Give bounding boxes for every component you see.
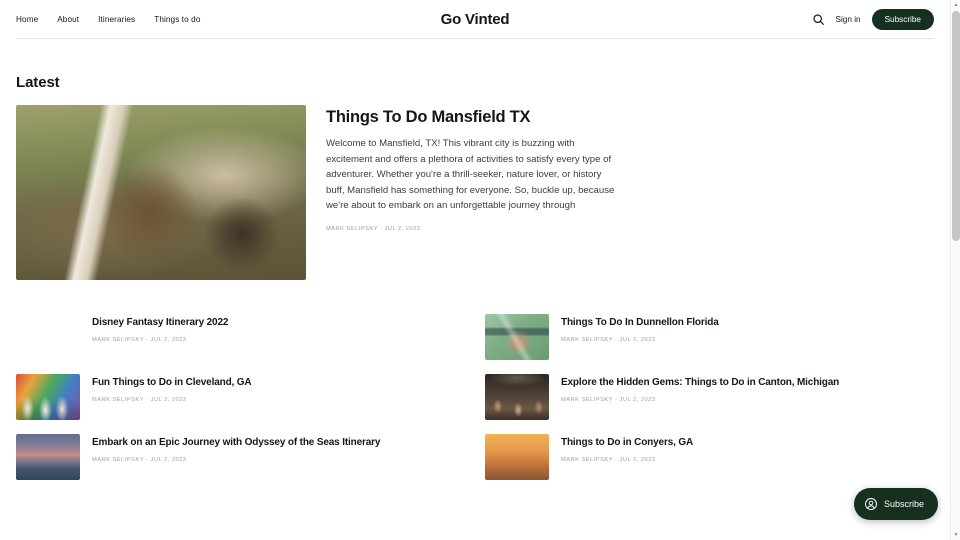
post-grid: Disney Fantasy Itinerary 2022 MARK SELIP… <box>16 314 934 480</box>
post-card-things-to-do-in-dunnellon-florida[interactable]: Things To Do In Dunnellon Florida MARK S… <box>485 314 934 360</box>
primary-nav: Home About Itineraries Things to do <box>16 15 200 24</box>
disney-castle-night-photo <box>16 314 80 360</box>
byline-separator: · <box>146 456 149 463</box>
vertical-scrollbar[interactable]: ▲ ▼ <box>950 0 960 540</box>
hand-holding-camera-photo <box>485 314 549 360</box>
author-name[interactable]: MARK SELIPSKY <box>561 337 613 343</box>
post-card-title[interactable]: Things To Do In Dunnellon Florida <box>561 317 719 330</box>
featured-post-excerpt: Welcome to Mansfield, TX! This vibrant c… <box>326 138 615 212</box>
portal-subscribe-label: Subscribe <box>883 499 924 509</box>
post-card-image[interactable] <box>16 374 80 420</box>
author-name[interactable]: MARK SELIPSKY <box>561 457 613 463</box>
post-card-body: Things To Do In Dunnellon Florida MARK S… <box>561 314 719 343</box>
featured-post-byline: MARK SELIPSKY · JUL 2, 2023 <box>326 226 934 232</box>
author-name[interactable]: MARK SELIPSKY <box>92 457 144 463</box>
publish-date: JUL 2, 2023 <box>384 225 421 232</box>
header-divider <box>16 38 934 39</box>
byline-separator: · <box>380 225 383 232</box>
author-name[interactable]: MARK SELIPSKY <box>92 337 144 343</box>
site-title-link[interactable]: Go Vinted <box>441 11 510 28</box>
scroll-down-arrow-icon[interactable]: ▼ <box>951 530 960 540</box>
post-card-disney-fantasy-itinerary-2022[interactable]: Disney Fantasy Itinerary 2022 MARK SELIP… <box>16 314 465 360</box>
sunset-ocean-photo <box>16 434 80 480</box>
site-header: Home About Itineraries Things to do Go V… <box>0 0 950 38</box>
portal-subscribe-button[interactable]: Subscribe <box>853 488 938 520</box>
featured-post-body: Things To Do Mansfield TX Welcome to Man… <box>326 105 934 232</box>
browser-viewport: Home About Itineraries Things to do Go V… <box>0 0 960 540</box>
nav-itineraries[interactable]: Itineraries <box>98 15 135 24</box>
post-card-embark-on-an-epic-journey-odyssey-of-the-seas[interactable]: Embark on an Epic Journey with Odyssey o… <box>16 434 465 480</box>
post-card-body: Explore the Hidden Gems: Things to Do in… <box>561 374 839 403</box>
page-title: Latest <box>16 74 60 91</box>
post-card-image[interactable] <box>16 434 80 480</box>
author-name[interactable]: MARK SELIPSKY <box>326 226 378 232</box>
subscribe-button[interactable]: Subscribe <box>871 8 934 30</box>
byline-separator: · <box>615 456 618 463</box>
featured-post-title[interactable]: Things To Do Mansfield TX <box>326 107 934 127</box>
post-card-image[interactable] <box>485 374 549 420</box>
featured-post-image[interactable] <box>16 105 306 280</box>
search-icon[interactable] <box>812 13 825 26</box>
post-card-body: Fun Things to Do in Cleveland, GA MARK S… <box>92 374 252 403</box>
publish-date: JUL 2, 2023 <box>150 336 187 343</box>
post-card-title[interactable]: Fun Things to Do in Cleveland, GA <box>92 377 252 390</box>
publish-date: JUL 2, 2023 <box>619 456 656 463</box>
post-card-image[interactable] <box>485 434 549 480</box>
post-card-byline: MARK SELIPSKY · JUL 2, 2023 <box>92 337 228 343</box>
post-card-byline: MARK SELIPSKY · JUL 2, 2023 <box>561 457 693 463</box>
byline-separator: · <box>146 336 149 343</box>
post-card-byline: MARK SELIPSKY · JUL 2, 2023 <box>92 397 252 403</box>
concert-crowd-photo <box>485 374 549 420</box>
nav-things-to-do[interactable]: Things to do <box>154 15 200 24</box>
nav-home[interactable]: Home <box>16 15 38 24</box>
publish-date: JUL 2, 2023 <box>150 396 187 403</box>
publish-date: JUL 2, 2023 <box>619 336 656 343</box>
nav-about[interactable]: About <box>57 15 79 24</box>
post-card-title[interactable]: Things to Do in Conyers, GA <box>561 437 693 450</box>
post-card-fun-things-to-do-in-cleveland-ga[interactable]: Fun Things to Do in Cleveland, GA MARK S… <box>16 374 465 420</box>
post-card-byline: MARK SELIPSKY · JUL 2, 2023 <box>561 397 839 403</box>
portal-circle-icon <box>865 498 877 510</box>
publish-date: JUL 2, 2023 <box>619 396 656 403</box>
header-actions: Sign in Subscribe <box>812 8 934 30</box>
publish-date: JUL 2, 2023 <box>150 456 187 463</box>
byline-separator: · <box>146 396 149 403</box>
featured-post[interactable]: Things To Do Mansfield TX Welcome to Man… <box>16 105 934 280</box>
post-card-explore-the-hidden-gems-canton-michigan[interactable]: Explore the Hidden Gems: Things to Do in… <box>485 374 934 420</box>
byline-separator: · <box>615 336 618 343</box>
post-card-body: Disney Fantasy Itinerary 2022 MARK SELIP… <box>92 314 228 343</box>
post-card-title[interactable]: Explore the Hidden Gems: Things to Do in… <box>561 377 839 390</box>
longhorn-cow-photo <box>16 105 306 280</box>
post-card-title[interactable]: Disney Fantasy Itinerary 2022 <box>92 317 228 330</box>
friends-sunset-photo <box>485 434 549 480</box>
scroll-up-arrow-icon[interactable]: ▲ <box>951 0 960 10</box>
post-card-image[interactable] <box>485 314 549 360</box>
post-card-body: Embark on an Epic Journey with Odyssey o… <box>92 434 380 463</box>
scrollbar-thumb[interactable] <box>952 11 960 241</box>
sign-in-link[interactable]: Sign in <box>836 15 861 24</box>
author-name[interactable]: MARK SELIPSKY <box>92 397 144 403</box>
post-card-byline: MARK SELIPSKY · JUL 2, 2023 <box>561 337 719 343</box>
author-name[interactable]: MARK SELIPSKY <box>561 397 613 403</box>
post-card-things-to-do-in-conyers-ga[interactable]: Things to Do in Conyers, GA MARK SELIPSK… <box>485 434 934 480</box>
page-content: Home About Itineraries Things to do Go V… <box>0 0 950 540</box>
post-card-byline: MARK SELIPSKY · JUL 2, 2023 <box>92 457 380 463</box>
post-card-image[interactable] <box>16 314 80 360</box>
street-mural-crowd-photo <box>16 374 80 420</box>
post-card-body: Things to Do in Conyers, GA MARK SELIPSK… <box>561 434 693 463</box>
byline-separator: · <box>615 396 618 403</box>
post-card-title[interactable]: Embark on an Epic Journey with Odyssey o… <box>92 437 380 450</box>
